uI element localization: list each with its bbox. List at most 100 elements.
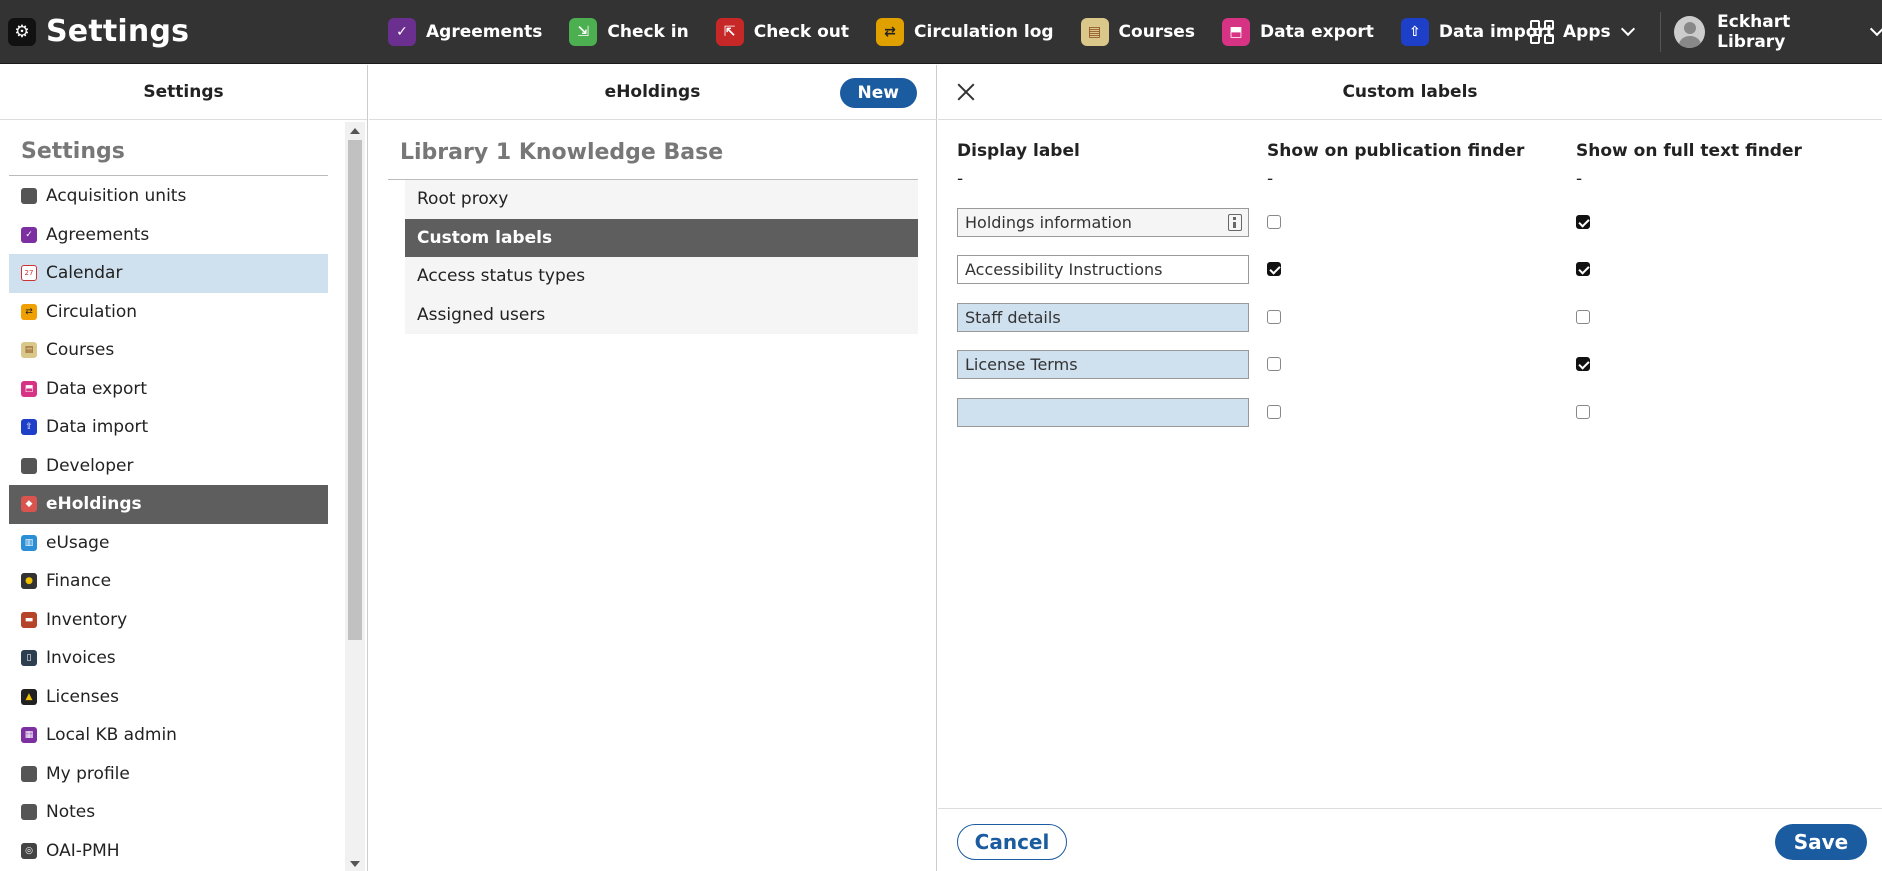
- eholdings-item-assigned-users[interactable]: Assigned users: [405, 295, 918, 334]
- settings-item-my-profile[interactable]: My profile: [9, 755, 328, 794]
- acquisition-units-icon: [21, 188, 37, 205]
- input-value: Holdings information: [965, 213, 1132, 232]
- settings-pane-header: Settings: [0, 65, 367, 120]
- publication-finder-checkbox[interactable]: [1267, 405, 1281, 419]
- apps-label: Apps: [1563, 22, 1611, 42]
- settings-item-inventory[interactable]: ▬ Inventory: [9, 601, 328, 640]
- eholdings-item-root-proxy[interactable]: Root proxy: [405, 180, 918, 219]
- display-label-input[interactable]: Holdings information: [957, 208, 1249, 237]
- publication-finder-checkbox[interactable]: [1267, 310, 1281, 324]
- custom-labels-pane-header: Custom labels: [938, 65, 1882, 120]
- item-label: Licenses: [46, 686, 119, 707]
- my-profile-icon: [21, 765, 37, 782]
- full-text-finder-checkbox[interactable]: [1576, 262, 1590, 276]
- eusage-icon: ▥: [21, 534, 37, 551]
- circulation-log-icon: ⇄: [876, 18, 905, 46]
- column-header-publication-finder: Show on publication finder: [1267, 141, 1525, 161]
- full-text-finder-checkbox[interactable]: [1576, 310, 1590, 324]
- pane-title: eHoldings: [604, 82, 701, 102]
- data-export-icon: ⬒: [21, 380, 37, 397]
- top-navigation-bar: ⚙ Settings ✓ Agreements ⇲ Check in ⇱ Che…: [0, 0, 1882, 64]
- full-text-finder-checkbox[interactable]: [1576, 215, 1590, 229]
- new-button[interactable]: New: [839, 78, 917, 108]
- settings-item-data-import[interactable]: ⇧ Data import: [9, 408, 328, 447]
- data-import-icon: ⇧: [1400, 18, 1429, 46]
- nav-item-courses[interactable]: ▤ Courses: [1080, 0, 1195, 64]
- close-icon[interactable]: [956, 82, 976, 102]
- settings-item-circulation[interactable]: ⇄ Circulation: [9, 293, 328, 332]
- settings-item-invoices[interactable]: ▯ Invoices: [9, 639, 328, 678]
- calendar-icon: 27: [21, 265, 37, 282]
- item-label: Courses: [46, 340, 115, 361]
- user-menu-button[interactable]: Eckhart Library: [1674, 0, 1882, 64]
- full-text-finder-checkbox[interactable]: [1576, 405, 1590, 419]
- nav-item-check-out[interactable]: ⇱ Check out: [715, 0, 849, 64]
- inventory-icon: ▬: [21, 611, 37, 628]
- nav-label: Agreements: [426, 22, 543, 42]
- settings-item-acquisition-units[interactable]: Acquisition units: [9, 177, 328, 216]
- chevron-down-icon: [1870, 22, 1882, 36]
- developer-icon: [21, 457, 37, 474]
- settings-item-calendar[interactable]: 27 Calendar: [9, 254, 328, 293]
- settings-nav-list: Settings Acquisition units ✓ Agreements 2…: [0, 121, 367, 871]
- settings-item-licenses[interactable]: ▲ Licenses: [9, 678, 328, 717]
- item-label: Calendar: [46, 263, 123, 284]
- scroll-up-icon[interactable]: [350, 128, 360, 134]
- display-label-input[interactable]: Accessibility Instructions: [957, 255, 1249, 284]
- column-dash: -: [957, 169, 964, 189]
- settings-item-data-export[interactable]: ⬒ Data export: [9, 370, 328, 409]
- nav-label: Data export: [1259, 22, 1374, 42]
- settings-item-developer[interactable]: Developer: [9, 447, 328, 486]
- scrollbar-thumb[interactable]: [348, 140, 362, 640]
- settings-scrollbar[interactable]: [345, 122, 365, 871]
- eholdings-item-custom-labels[interactable]: Custom labels: [405, 218, 918, 257]
- app-brand[interactable]: ⚙ Settings: [0, 0, 189, 64]
- column-dash: -: [1267, 169, 1274, 189]
- settings-item-agreements[interactable]: ✓ Agreements: [9, 216, 328, 255]
- full-text-finder-checkbox[interactable]: [1576, 357, 1590, 371]
- settings-heading: Settings: [21, 139, 125, 164]
- publication-finder-checkbox[interactable]: [1267, 215, 1281, 229]
- licenses-icon: ▲: [21, 688, 37, 705]
- scroll-down-icon[interactable]: [350, 861, 360, 867]
- nav-item-agreements[interactable]: ✓ Agreements: [388, 0, 542, 64]
- item-label: eUsage: [46, 532, 110, 553]
- publication-finder-checkbox[interactable]: [1267, 262, 1281, 276]
- eholdings-item-access-status-types[interactable]: Access status types: [405, 257, 918, 296]
- nav-item-circulation-log[interactable]: ⇄ Circulation log: [876, 0, 1054, 64]
- nav-label: Check in: [607, 22, 689, 42]
- divider: [9, 175, 328, 176]
- input-value: License Terms: [965, 355, 1078, 374]
- data-export-icon: ⬒: [1221, 18, 1250, 46]
- field-info-icon: [1228, 214, 1242, 231]
- chevron-down-icon: [1620, 21, 1635, 37]
- item-label: Acquisition units: [46, 186, 187, 207]
- save-button[interactable]: Save: [1775, 824, 1867, 860]
- nav-item-data-export[interactable]: ⬒ Data export: [1221, 0, 1374, 64]
- settings-item-notes[interactable]: Notes: [9, 793, 328, 832]
- nav-item-check-in[interactable]: ⇲ Check in: [569, 0, 689, 64]
- eholdings-settings-list: Root proxy Custom labels Access status t…: [405, 180, 918, 334]
- apps-menu-button[interactable]: Apps: [1530, 0, 1635, 64]
- agreements-icon: ✓: [388, 18, 416, 46]
- settings-item-courses[interactable]: ▤ Courses: [9, 331, 328, 370]
- apps-grid-icon: [1530, 20, 1554, 44]
- publication-finder-checkbox[interactable]: [1267, 357, 1281, 371]
- settings-item-eholdings[interactable]: ◆ eHoldings: [9, 485, 328, 524]
- eholdings-pane-header: eHoldings New: [369, 65, 936, 120]
- cancel-button[interactable]: Cancel: [957, 824, 1067, 860]
- display-label-input[interactable]: [957, 398, 1249, 427]
- item-label: Notes: [46, 802, 96, 823]
- item-label: Local KB admin: [46, 725, 177, 746]
- data-import-icon: ⇧: [21, 419, 37, 436]
- settings-item-oai-pmh[interactable]: ◎ OAI-PMH: [9, 832, 328, 871]
- settings-item-finance[interactable]: ● Finance: [9, 562, 328, 601]
- item-label: eHoldings: [46, 494, 142, 515]
- pane-title: Settings: [143, 82, 224, 102]
- display-label-input[interactable]: Staff details: [957, 303, 1249, 332]
- local-kb-admin-icon: ▦: [21, 727, 37, 744]
- user-name: Eckhart Library: [1717, 12, 1791, 52]
- settings-item-eusage[interactable]: ▥ eUsage: [9, 524, 328, 563]
- display-label-input[interactable]: License Terms: [957, 350, 1249, 379]
- settings-item-local-kb-admin[interactable]: ▦ Local KB admin: [9, 716, 328, 755]
